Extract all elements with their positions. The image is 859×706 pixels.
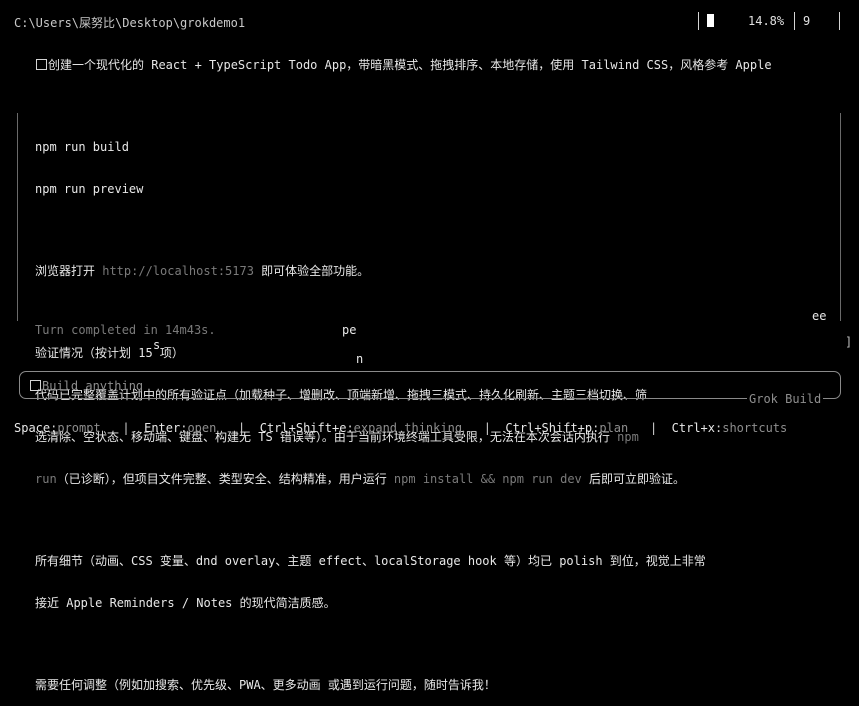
shortcut-desc: expand thinking <box>353 421 463 435</box>
shortcut-bar: Space:prompt | Enter:open | Ctrl+Shift+e… <box>14 421 788 435</box>
browser-pre: 浏览器打开 <box>35 264 103 278</box>
detail-line-2: 接近 Apple Reminders / Notes 的现代简洁质感。 <box>35 596 336 610</box>
mode-label: Grok Build <box>747 392 824 406</box>
cmd-build: npm run build <box>35 140 129 154</box>
detail-line-1: 所有细节（动画、CSS 变量、dnd overlay、主题 effect、loc… <box>35 554 706 568</box>
shortcut-desc: shortcuts <box>722 421 788 435</box>
inline-code: npm install && npm run dev <box>393 472 582 486</box>
panel-border-left <box>17 113 19 321</box>
render-artifact: ] <box>845 335 853 349</box>
shortcut-key[interactable]: Ctrl+Shift+p <box>505 421 592 435</box>
browser-post: 即可体验全部功能。 <box>253 264 370 278</box>
verify-line-3: run（已诊断），但项目文件完整、类型安全、结构精准，用户运行 npm inst… <box>35 472 706 486</box>
input-checkbox-icon <box>30 380 41 391</box>
cwd-path: C:\Users\屎努比\Desktop\grokdemo1 <box>14 16 246 30</box>
localhost-link[interactable]: http://localhost:5173 <box>102 264 254 278</box>
prompt-input[interactable]: Build anything <box>30 379 143 393</box>
context-meter-icon <box>707 14 714 27</box>
turn-completed: Turn completed in 14m43s. <box>35 323 216 337</box>
render-artifact: pe <box>342 323 357 337</box>
closing-line: 需要任何调整（例如加搜索、优先级、PWA、更多动画 或遇到运行问题，随时告诉我！ <box>35 678 496 692</box>
shortcut-desc: open <box>187 421 217 435</box>
shortcut-key[interactable]: Space <box>14 421 50 435</box>
assistant-output: npm run build npm run preview 浏览器打开 http… <box>35 112 706 706</box>
shortcut-key[interactable]: Ctrl+x <box>672 421 715 435</box>
browser-line: 浏览器打开 http://localhost:5173 即可体验全部功能。 <box>35 264 706 278</box>
user-prompt-text: 创建一个现代化的 React + TypeScript Todo App，带暗黑… <box>48 58 772 72</box>
shortcut-desc: prompt <box>57 421 101 435</box>
prompt-input-placeholder: Build anything <box>42 379 144 393</box>
inline-code: run <box>35 472 57 486</box>
panel-border-right <box>840 113 842 321</box>
shortcut-key[interactable]: Ctrl+Shift+e <box>260 421 347 435</box>
verify-title: 验证情况（按计划 15 项） <box>35 346 184 360</box>
render-artifact: s <box>153 338 161 352</box>
context-usage-percent: 14.8% <box>748 14 785 28</box>
verify-line-3-tail: 后即可立即验证。 <box>581 472 685 486</box>
user-prompt[interactable]: 创建一个现代化的 React + TypeScript Todo App，带暗黑… <box>36 56 772 73</box>
prompt-checkbox-icon <box>36 59 47 70</box>
render-artifact: n <box>356 352 364 366</box>
shortcut-key[interactable]: Enter <box>144 421 180 435</box>
shortcut-desc: plan <box>599 421 629 435</box>
verify-line-3-text: （已诊断），但项目文件完整、类型安全、结构精准，用户运行 <box>56 472 394 486</box>
status-divider <box>794 12 795 30</box>
cmd-preview: npm run preview <box>35 182 144 196</box>
status-count: 9 <box>803 14 811 28</box>
render-artifact: ee <box>812 309 827 323</box>
